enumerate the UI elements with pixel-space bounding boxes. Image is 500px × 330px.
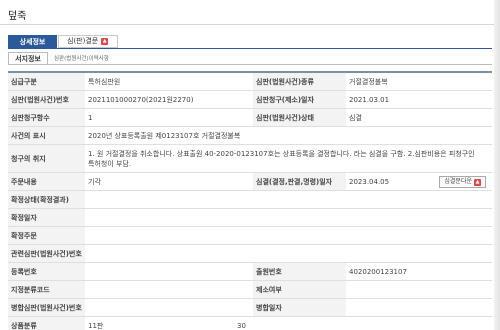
value-merged-trial [85, 299, 253, 316]
value-merge-date [346, 299, 492, 316]
label-final-status: 확정상태(확정결과) [8, 191, 85, 208]
value-final-order [85, 227, 492, 244]
decision-download-label: 심결문다운 [444, 178, 472, 185]
label-registration-number: 등록번호 [8, 263, 85, 280]
pdf-icon: ▲ [101, 38, 109, 45]
table-row: 사건의 표시 2020년 상표등록출원 제0123107호 거절결정불복 [8, 127, 492, 145]
value-registration-number [85, 263, 253, 280]
label-trial-number: 심판(법원사건)번호 [8, 91, 85, 108]
table-row: 확정주문 [8, 227, 492, 245]
tab-decision-document[interactable]: 심(판)결문 ▲ [58, 35, 118, 48]
label-final-order: 확정주문 [8, 227, 85, 244]
label-merged-trial: 병합심판(법원사건)번호 [8, 299, 85, 316]
scrollbar-edge [494, 0, 500, 330]
table-row: 심판청구항수 1 심판(법원사건)상태 심결 [8, 109, 492, 127]
subtab-divider [8, 64, 492, 65]
label-instance-type: 심급구분 [8, 73, 85, 90]
subtab-history[interactable]: 심판(법원사건)이력사항 [54, 54, 109, 62]
value-final-status [85, 191, 492, 208]
label-classification-code: 지정분류코드 [8, 281, 85, 298]
label-goods-class: 상품분류 [8, 317, 85, 330]
value-claim-purpose: 1. 원 거절결정을 취소합니다. 상표출원 40-2020-0123107호는… [85, 145, 492, 172]
label-lawsuit-filed: 제소여부 [253, 281, 346, 298]
label-decision-date: 심결(결정,판결,명령)일자 [253, 173, 346, 190]
table-row: 청구의 취지 1. 원 거절결정을 취소합니다. 상표출원 40-2020-01… [8, 145, 492, 173]
label-related-trial: 관련심판(법원사건)번호 [8, 245, 85, 262]
table-row: 병합심판(법원사건)번호 병합일자 [8, 299, 492, 317]
label-case-display: 사건의 표시 [8, 127, 85, 144]
value-trial-kind: 거절결정불복 [346, 73, 492, 90]
value-goods-class-number: 30 [237, 321, 246, 330]
value-instance-type: 특허심판원 [85, 73, 253, 90]
table-row: 확정일자 [8, 209, 492, 227]
sub-tabs: 서지정보 심판(법원사건)이력사항 [8, 51, 109, 65]
tab-divider [8, 48, 492, 49]
value-case-display: 2020년 상표등록출원 제0123107호 거절결정불복 [85, 127, 492, 144]
table-row: 등록번호 출원번호 4020200123107 [8, 263, 492, 281]
value-decision-date-cell: 2023.04.05 심결문다운 ▲ [346, 173, 492, 190]
value-trial-number: 2021101000270(2021원2270) [85, 91, 253, 108]
label-filing-date: 심판청구(제소)일자 [253, 91, 346, 108]
decision-download-button[interactable]: 심결문다운 ▲ [439, 176, 486, 188]
value-lawsuit-filed [346, 281, 492, 298]
table-row: 확정상태(확정결과) [8, 191, 492, 209]
label-application-number: 출원번호 [253, 263, 346, 280]
table-row: 상품분류 11판 30 [8, 317, 492, 330]
table-row: 심판(법원사건)번호 2021101000270(2021원2270) 심판청구… [8, 91, 492, 109]
main-tabs: 상세정보 심(판)결문 ▲ [8, 35, 118, 48]
value-trial-status: 심결 [346, 109, 492, 126]
value-decision-date: 2023.04.05 [349, 177, 390, 186]
value-claim-count: 1 [85, 109, 253, 126]
label-trial-status: 심판(법원사건)상태 [253, 109, 346, 126]
table-row: 관련심판(법원사건)번호 [8, 245, 492, 263]
value-order-content: 기각 [85, 173, 253, 190]
table-row: 심급구분 특허심판원 심판(법원사건)종류 거절결정불복 [8, 73, 492, 91]
pdf-icon: ▲ [474, 178, 481, 186]
value-application-number: 4020200123107 [346, 263, 492, 280]
subtab-bibliographic[interactable]: 서지정보 [8, 51, 48, 65]
label-merge-date: 병합일자 [253, 299, 346, 316]
label-trial-kind: 심판(법원사건)종류 [253, 73, 346, 90]
table-row: 주문내용 기각 심결(결정,판결,명령)일자 2023.04.05 심결문다운 … [8, 173, 492, 191]
tab-detail-info[interactable]: 상세정보 [8, 35, 57, 48]
value-filing-date: 2021.03.01 [346, 91, 492, 108]
value-goods-class: 11판 [85, 317, 253, 330]
value-related-trial [85, 245, 492, 262]
title-bar: 덮죽 [0, 0, 500, 25]
label-order-content: 주문내용 [8, 173, 85, 190]
label-final-date: 확정일자 [8, 209, 85, 226]
value-classification-code [85, 281, 253, 298]
page-title: 덮죽 [8, 11, 27, 22]
table-row: 지정분류코드 제소여부 [8, 281, 492, 299]
info-table: 심급구분 특허심판원 심판(법원사건)종류 거절결정불복 심판(법원사건)번호 … [8, 71, 492, 330]
value-final-date [85, 209, 492, 226]
label-claim-purpose: 청구의 취지 [8, 145, 85, 172]
label-claim-count: 심판청구항수 [8, 109, 85, 126]
tab-decision-label: 심(판)결문 [67, 37, 99, 45]
